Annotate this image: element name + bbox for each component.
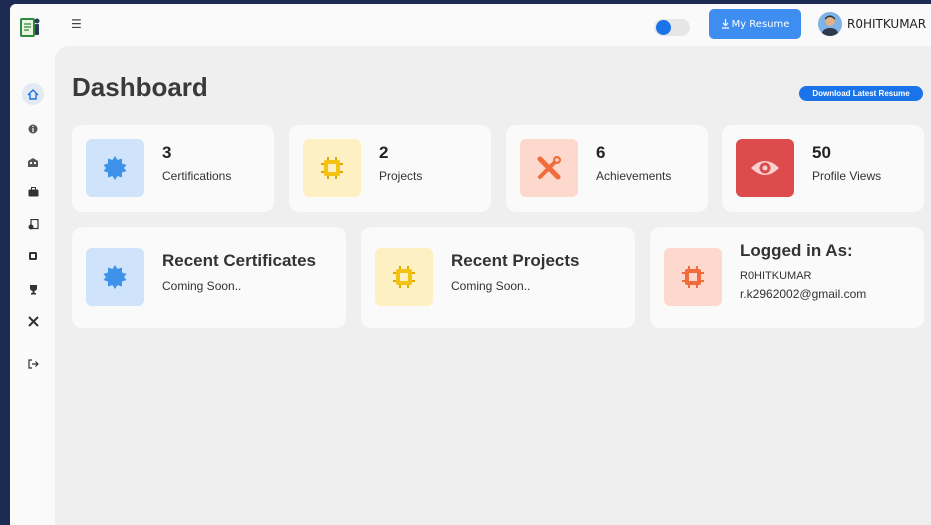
education-icon [28,157,38,167]
hamburger-icon[interactable]: ☰ [71,17,82,31]
briefcase-icon [28,187,38,197]
stat-value: 3 [162,143,172,162]
stat-card-achievements[interactable]: 6 Achievements [506,125,708,212]
my-resume-label: My Resume [731,18,790,30]
download-icon [721,19,729,29]
stat-card-projects[interactable]: 2 Projects [289,125,491,212]
card-title: Recent Projects [451,251,580,270]
logged-in-name: R0HITKUMAR [740,270,812,282]
recent-projects-card[interactable]: Recent Projects Coming Soon.. [361,227,635,328]
theme-toggle[interactable] [654,19,690,36]
home-icon [27,88,39,100]
stat-label: Profile Views [812,169,882,183]
sidebar-item-achievements[interactable] [22,278,44,300]
stat-label: Achievements [596,169,672,183]
card-tile [375,248,433,306]
toggle-knob [656,20,671,35]
chip-icon [29,252,37,260]
avatar[interactable] [818,12,842,36]
page-title: Dashboard [72,72,208,102]
stat-value: 6 [596,143,606,162]
card-tile [664,248,722,306]
logo-icon[interactable] [18,15,42,39]
my-resume-button[interactable]: My Resume [709,9,801,39]
stat-tile [736,139,794,197]
chip-icon [393,266,415,288]
sidebar [10,46,55,525]
eye-icon [751,161,779,175]
badge-icon [103,156,127,180]
stat-tile [86,139,144,197]
stat-value: 50 [812,143,831,162]
info-icon [28,124,38,134]
stat-card-certifications[interactable]: 3 Certifications [72,125,274,212]
tools-icon [27,315,39,327]
app-window: ☰ My Resume R0HITKUMAR Dashboard Downloa… [10,4,931,525]
stat-label: Certifications [162,169,232,183]
logout-icon [27,359,39,369]
chip-icon [682,266,704,288]
card-title: Recent Certificates [162,251,317,270]
trophy-icon [29,284,37,294]
stat-label: Projects [379,169,423,183]
sidebar-item-info[interactable] [22,118,44,140]
certificate-icon [28,218,39,229]
stat-tile [303,139,361,197]
stat-card-profile-views[interactable]: 50 Profile Views [722,125,924,212]
logged-in-email: r.k2962002@gmail.com [740,287,867,301]
card-subtitle: Coming Soon.. [451,279,531,293]
main-content: Dashboard Download Latest Resume 3 Certi… [55,46,931,525]
card-tile [86,248,144,306]
sidebar-item-home[interactable] [22,83,44,105]
badge-icon [103,265,127,289]
card-subtitle: Coming Soon.. [162,279,242,293]
sidebar-item-certificates[interactable] [22,213,44,235]
download-latest-resume-button[interactable]: Download Latest Resume [799,86,923,101]
stat-value: 2 [379,143,389,162]
sidebar-item-education[interactable] [22,151,44,173]
card-title: Logged in As: [740,241,853,260]
avatar-icon [818,12,842,36]
chip-icon [321,157,343,179]
stat-tile [520,139,578,197]
sidebar-item-experience[interactable] [22,181,44,203]
sidebar-item-skills[interactable] [22,310,44,332]
sidebar-item-projects[interactable] [22,245,44,267]
top-bar: ☰ My Resume R0HITKUMAR [10,4,931,46]
sidebar-item-logout[interactable] [22,353,44,375]
recent-certificates-card[interactable]: Recent Certificates Coming Soon.. [72,227,346,328]
username[interactable]: R0HITKUMAR [847,17,926,31]
tools-icon [537,156,561,180]
logged-in-card: Logged in As: R0HITKUMAR r.k2962002@gmai… [650,227,924,328]
